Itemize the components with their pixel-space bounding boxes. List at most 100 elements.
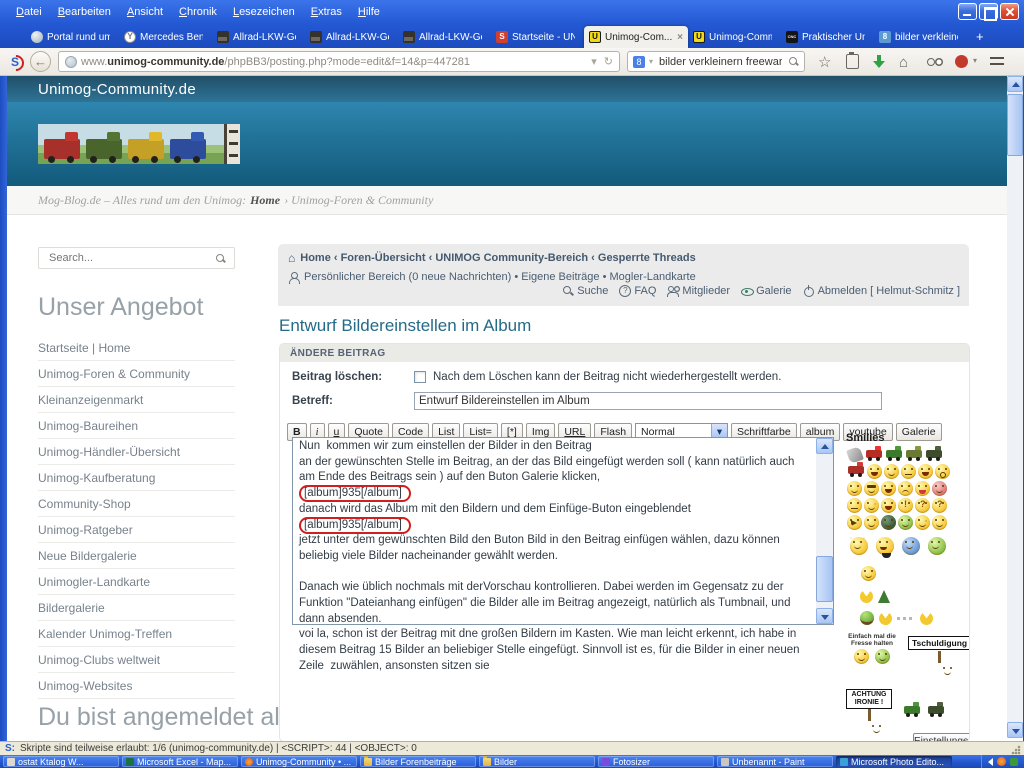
noscript-icon[interactable]: [7, 54, 23, 70]
sidebar-search-icon[interactable]: [215, 253, 226, 264]
green-smiley-icon[interactable]: [860, 611, 874, 625]
forum-userline[interactable]: Persönlicher Bereich (0 neue Nachrichten…: [288, 271, 959, 283]
browser-tab[interactable]: Allrad-LKW-Gem...: [212, 26, 305, 48]
tractor-icon[interactable]: [904, 706, 920, 714]
smiley-icon[interactable]: [864, 498, 879, 513]
sidebar-menu-item[interactable]: Community-Shop: [38, 491, 235, 517]
smiley-icon[interactable]: [847, 481, 862, 496]
smiley-icon[interactable]: [867, 464, 882, 479]
breadcrumb-text[interactable]: Home ‹ Foren-Übersicht ‹ UNIMOG Communit…: [300, 252, 695, 264]
hamburger-menu-icon[interactable]: [989, 54, 1005, 70]
quicklink[interactable]: Suche: [562, 285, 608, 297]
quicklink[interactable]: Galerie: [741, 285, 791, 297]
tab-close-icon[interactable]: ×: [677, 32, 683, 43]
smiley-icon[interactable]: [847, 498, 862, 513]
browser-tab[interactable]: bilder verkleiner...: [874, 26, 967, 48]
browser-tab[interactable]: Unimog-Commun...: [688, 26, 781, 48]
smiley-icon[interactable]: [886, 450, 902, 458]
sidebar-menu-item[interactable]: Unimogler-Landkarte: [38, 569, 235, 595]
smiley-icon[interactable]: [932, 481, 947, 496]
menu-item[interactable]: Datei: [8, 0, 50, 24]
smiley-icon[interactable]: [926, 450, 942, 458]
site-identity-icon[interactable]: [65, 56, 77, 68]
smiley-icon[interactable]: [898, 481, 913, 496]
smiley-icon[interactable]: [901, 464, 916, 479]
sidebar-menu-item[interactable]: Unimog-Foren & Community: [38, 361, 235, 387]
search-engine-dropdown-icon[interactable]: ▾: [649, 57, 653, 66]
browser-tab[interactable]: Portal rund um d...: [26, 26, 119, 48]
window-control-icon[interactable]: [958, 3, 977, 20]
menu-item[interactable]: Chronik: [171, 0, 225, 24]
sidebar-menu-item[interactable]: Kleinanzeigenmarkt: [38, 387, 235, 413]
sidebar-menu-item[interactable]: Unimog-Websites: [38, 673, 235, 699]
smiley-icon[interactable]: [915, 498, 930, 513]
taskbar-button[interactable]: Microsoft Excel - Map...: [122, 756, 238, 767]
pacman-smiley-icon[interactable]: [860, 590, 873, 603]
tray-expand-icon[interactable]: [988, 758, 993, 766]
sidebar-menu-item[interactable]: Kalender Unimog-Treffen: [38, 621, 235, 647]
sidebar-menu-item[interactable]: Unimog-Händler-Übersicht: [38, 439, 235, 465]
taskbar-button[interactable]: ostat Ktalog W...: [3, 756, 119, 767]
sidebar-search-input[interactable]: [47, 251, 215, 265]
tree-icon[interactable]: [878, 590, 890, 603]
smiley-icon[interactable]: [847, 515, 862, 530]
scrollbar-thumb[interactable]: [1007, 94, 1023, 156]
browser-tab[interactable]: Mercedes Benz ...: [119, 26, 212, 48]
fresse-smiley[interactable]: Einfach mal die Fresse halten: [846, 633, 898, 665]
smiley-icon[interactable]: [864, 481, 879, 496]
scroll-up-icon[interactable]: [1007, 76, 1023, 92]
taskbar-button[interactable]: Microsoft Photo Edito...: [836, 756, 952, 767]
smiley-icon[interactable]: [898, 515, 913, 530]
new-tab-button[interactable]: +: [967, 29, 993, 44]
quicklink[interactable]: Abmelden [ Helmut-Schmitz ]: [803, 285, 960, 297]
smiley-icon[interactable]: [881, 481, 896, 496]
tschuldigung-smiley[interactable]: Tschuldigung: [908, 633, 970, 681]
scroll-down-icon[interactable]: [816, 608, 833, 624]
pacman-smiley-icon[interactable]: [920, 612, 933, 625]
smiley-icon[interactable]: [850, 537, 868, 555]
smiley-icon[interactable]: [864, 515, 879, 530]
browser-tab[interactable]: Startseite - UNI...: [491, 26, 584, 48]
menu-item[interactable]: Ansicht: [119, 0, 171, 24]
resize-grip-icon[interactable]: [1011, 745, 1021, 755]
sidebar-menu-item[interactable]: Unimog-Clubs weltweit: [38, 647, 235, 673]
smiley-icon[interactable]: [861, 566, 876, 581]
window-control-icon[interactable]: [979, 3, 998, 20]
smiley-icon[interactable]: [906, 450, 922, 458]
sidebar-menu-item[interactable]: Neue Bildergalerie: [38, 543, 235, 569]
search-bar[interactable]: ▾: [627, 51, 805, 72]
back-button[interactable]: [30, 51, 51, 72]
userline-text[interactable]: Persönlicher Bereich (0 neue Nachrichten…: [304, 271, 696, 283]
sidebar-menu-item[interactable]: Startseite | Home: [38, 335, 235, 361]
smiley-icon[interactable]: [881, 498, 896, 513]
smiley-icon[interactable]: [876, 537, 894, 555]
subject-input[interactable]: [414, 392, 882, 410]
taskbar-button[interactable]: Bilder Forenbeiträge: [360, 756, 476, 767]
scrollbar-thumb[interactable]: [816, 556, 833, 602]
search-go-icon[interactable]: [788, 56, 799, 67]
smiley-icon[interactable]: [902, 537, 920, 555]
smiley-icon[interactable]: [915, 481, 930, 496]
menu-item[interactable]: Lesezeichen: [225, 0, 303, 24]
adblock-icon[interactable]: [955, 54, 977, 70]
sidebar-menu-item[interactable]: Unimog-Ratgeber: [38, 517, 235, 543]
smiley-icon[interactable]: [898, 498, 913, 513]
tractor-icon[interactable]: [928, 706, 944, 714]
page-scrollbar[interactable]: [1007, 76, 1023, 738]
smiley-icon[interactable]: [881, 515, 896, 530]
taskbar-button[interactable]: Bilder: [479, 756, 595, 767]
sidebar-search-box[interactable]: [38, 247, 235, 269]
web-search-input[interactable]: [657, 55, 784, 69]
downloads-icon[interactable]: [871, 54, 887, 70]
noscript-status-icon[interactable]: S:: [5, 743, 15, 754]
smiley-icon[interactable]: [884, 464, 899, 479]
window-control-icon[interactable]: [1000, 3, 1019, 20]
ironie-smiley[interactable]: ACHTUNG IRONIE !: [846, 689, 892, 739]
smiley-icon[interactable]: [935, 464, 950, 479]
clipboard-icon[interactable]: [846, 54, 859, 69]
tray-shield-icon[interactable]: [1010, 758, 1018, 766]
url-bar[interactable]: www.unimog-community.de/phpBB3/posting.p…: [58, 51, 620, 72]
url-dropdown-icon[interactable]: ▾: [591, 55, 597, 68]
textarea-scrollbar[interactable]: [816, 438, 833, 624]
quicklink[interactable]: Mitglieder: [667, 285, 730, 297]
